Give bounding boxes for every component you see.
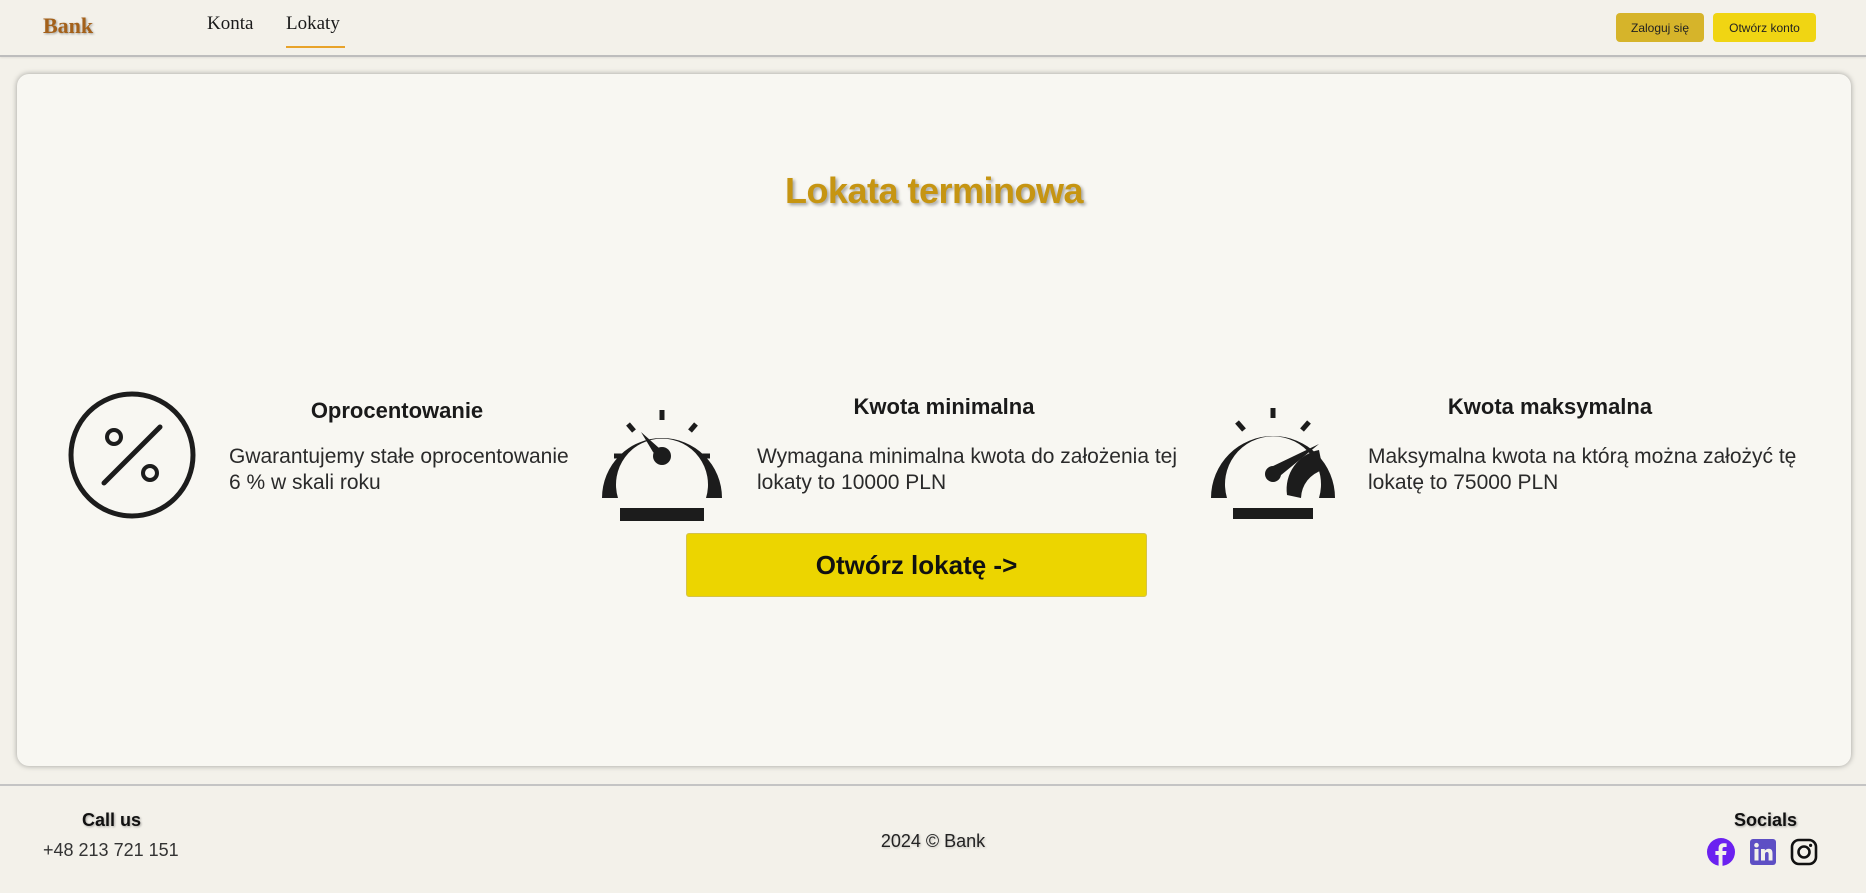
login-button[interactable]: Zaloguj się bbox=[1616, 13, 1704, 42]
feature-title-min-amount: Kwota minimalna bbox=[853, 394, 1035, 419]
feature-title-interest: Oprocentowanie bbox=[310, 398, 484, 423]
feature-text-interest: Gwarantujemy stałe oprocentowanie 6 % w … bbox=[229, 445, 569, 494]
nav-link-konta[interactable]: Konta bbox=[207, 13, 253, 35]
nav-link-lokaty[interactable]: Lokaty bbox=[286, 13, 340, 35]
main-card: Lokata terminowa Oprocentowanie Gwarantu… bbox=[17, 74, 1851, 766]
active-nav-indicator bbox=[286, 46, 345, 48]
speedometer-high-icon bbox=[1203, 390, 1343, 524]
page-title: Lokata terminowa bbox=[784, 170, 1084, 211]
call-us-title: Call us bbox=[82, 810, 142, 830]
speedometer-low-icon bbox=[596, 390, 728, 524]
feature-text-min-amount: Wymagana minimalna kwota do założenia te… bbox=[757, 445, 1178, 494]
socials-title: Socials bbox=[1734, 810, 1798, 830]
top-navbar: Bank Konta Lokaty Zaloguj się Otwórz kon… bbox=[0, 0, 1866, 57]
copyright-text: 2024 © Bank bbox=[880, 831, 986, 851]
linkedin-icon[interactable] bbox=[1749, 838, 1777, 866]
percent-icon bbox=[67, 390, 197, 520]
facebook-icon[interactable] bbox=[1707, 838, 1735, 866]
brand-logo[interactable]: Bank bbox=[43, 13, 93, 39]
feature-title-max-amount: Kwota maksymalna bbox=[1447, 394, 1653, 419]
open-deposit-button[interactable]: Otwórz lokatę -> bbox=[686, 533, 1147, 597]
instagram-icon[interactable] bbox=[1790, 838, 1818, 866]
footer: Call us +48 213 721 151 2024 © Bank Soci… bbox=[0, 784, 1866, 893]
open-account-button[interactable]: Otwórz konto bbox=[1713, 13, 1816, 42]
feature-text-max-amount: Maksymalna kwota na którą można założyć … bbox=[1368, 445, 1797, 494]
